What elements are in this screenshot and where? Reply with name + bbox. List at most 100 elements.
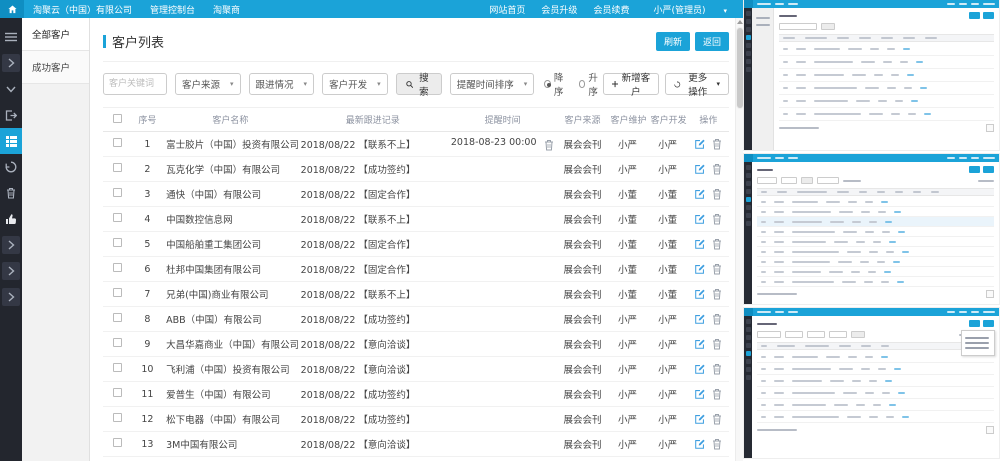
edit-icon[interactable] [694, 338, 706, 350]
delete-icon[interactable] [712, 238, 722, 250]
edit-icon[interactable] [694, 438, 706, 450]
delete-icon[interactable] [712, 213, 722, 225]
customer-list-icon[interactable] [0, 128, 22, 154]
preview-screenshot-2 [744, 154, 999, 304]
sidebar: 全部客户 成功客户 [22, 18, 90, 461]
scroll-up-arrow-icon[interactable] [737, 20, 743, 24]
delete-icon[interactable] [712, 313, 722, 325]
cell-latest-record: 2018/08/22 【联系不上】 [298, 207, 448, 232]
cell-index: 9 [132, 332, 163, 357]
edit-icon[interactable] [694, 188, 706, 200]
delete-icon[interactable] [712, 338, 722, 350]
delete-icon[interactable] [712, 188, 722, 200]
preview-topbar [744, 308, 999, 316]
chevron-down-icon: ▾ [715, 7, 735, 15]
sort-asc-radio[interactable]: 升序 [579, 70, 603, 98]
edit-icon[interactable] [694, 163, 706, 175]
refresh-button[interactable]: 刷新 [656, 32, 690, 51]
cell-developer: 小严 [648, 132, 688, 157]
keyword-input[interactable] [103, 73, 167, 95]
cell-remind-time [448, 282, 558, 307]
topbar-member-upgrade[interactable]: 会员升级 [533, 3, 585, 16]
table-row: 10飞利浦（中国）投资有限公司2018/08/22 【意向洽谈】展会会刊小严小严 [103, 357, 729, 382]
cell-source: 展会会刊 [557, 432, 607, 457]
preview-screenshot-1 [744, 0, 999, 150]
edit-icon[interactable] [694, 413, 706, 425]
edit-icon[interactable] [694, 213, 706, 225]
chevron-right-icon[interactable] [2, 288, 20, 306]
delete-icon[interactable] [712, 413, 722, 425]
topbar-member-renew[interactable]: 会员续费 [585, 3, 637, 16]
more-actions-button[interactable]: 更多操作▾ [665, 73, 729, 95]
row-checkbox[interactable] [113, 363, 122, 372]
chevron-down-icon: ▾ [716, 80, 720, 88]
row-checkbox[interactable] [113, 138, 122, 147]
cell-index: 14 [132, 457, 163, 461]
chevron-right-icon[interactable] [2, 262, 20, 280]
thumbs-up-icon[interactable] [0, 206, 22, 232]
delete-icon[interactable] [712, 163, 722, 175]
table-row: 3通快（中国）有限公司2018/08/22 【固定合作】展会会刊小董小董 [103, 182, 729, 207]
cell-remind-time [448, 432, 558, 457]
followup-select[interactable]: 跟进情况▾ [249, 73, 315, 95]
history-icon[interactable] [0, 154, 22, 180]
row-checkbox[interactable] [113, 388, 122, 397]
trash-rail-icon[interactable] [0, 180, 22, 206]
home-icon[interactable] [0, 0, 24, 18]
scrollbar-thumb[interactable] [737, 28, 743, 108]
logout-icon[interactable] [0, 102, 22, 128]
row-checkbox[interactable] [113, 213, 122, 222]
sidebar-item-all-customers[interactable]: 全部客户 [22, 18, 89, 51]
row-checkbox[interactable] [113, 163, 122, 172]
cell-keeper: 小严 [608, 357, 648, 382]
chevron-right-icon[interactable] [2, 236, 20, 254]
edit-icon[interactable] [694, 288, 706, 300]
sort-desc-radio[interactable]: 降序 [544, 70, 568, 98]
back-button[interactable]: 返回 [695, 32, 729, 51]
row-checkbox[interactable] [113, 188, 122, 197]
delete-icon[interactable] [712, 363, 722, 375]
topbar-user-menu[interactable]: 小严(管理员)▾ [637, 3, 743, 16]
row-checkbox[interactable] [113, 288, 122, 297]
menu-icon[interactable] [0, 24, 22, 50]
select-all-checkbox[interactable] [113, 114, 122, 123]
edit-icon[interactable] [694, 388, 706, 400]
delete-icon[interactable] [712, 288, 722, 300]
cell-customer-name: 西门子(中国)有限公司 [163, 457, 298, 461]
search-button[interactable]: 搜索 [396, 73, 442, 95]
row-checkbox[interactable] [113, 438, 122, 447]
edit-icon[interactable] [694, 238, 706, 250]
delete-icon[interactable] [544, 139, 554, 151]
cell-developer: 小董 [648, 257, 688, 282]
topbar-site-home[interactable]: 网站首页 [481, 3, 533, 16]
topbar-company[interactable]: 淘聚云（中国）有限公司 [24, 3, 141, 16]
chevron-down-rail-icon[interactable] [0, 76, 22, 102]
cell-latest-record: 2018/08/22 【成功签约】 [298, 382, 448, 407]
title-accent-bar [103, 35, 106, 48]
delete-icon[interactable] [712, 263, 722, 275]
row-checkbox[interactable] [113, 263, 122, 272]
add-customer-button[interactable]: 新增客户 [603, 73, 659, 95]
topbar-console[interactable]: 管理控制台 [141, 3, 204, 16]
edit-icon[interactable] [694, 363, 706, 375]
edit-icon[interactable] [694, 313, 706, 325]
delete-icon[interactable] [712, 388, 722, 400]
delete-icon[interactable] [712, 138, 722, 150]
sort-time-select[interactable]: 提醒时间排序▾ [450, 73, 535, 95]
row-checkbox[interactable] [113, 338, 122, 347]
main-scrollbar[interactable] [735, 18, 743, 461]
sidebar-item-success-customers[interactable]: 成功客户 [22, 51, 89, 84]
cell-keeper: 小严 [608, 432, 648, 457]
edit-icon[interactable] [694, 263, 706, 275]
col-operations: 操作 [688, 108, 729, 132]
develop-select[interactable]: 客户开发▾ [322, 73, 388, 95]
edit-icon[interactable] [694, 138, 706, 150]
row-checkbox[interactable] [113, 313, 122, 322]
delete-icon[interactable] [712, 438, 722, 450]
source-select[interactable]: 客户来源▾ [175, 73, 241, 95]
chevron-right-icon[interactable] [2, 54, 20, 72]
cell-latest-record: 2018/08/22 【意向洽谈】 [298, 432, 448, 457]
row-checkbox[interactable] [113, 413, 122, 422]
topbar-shop[interactable]: 淘聚商 [204, 3, 249, 16]
row-checkbox[interactable] [113, 238, 122, 247]
